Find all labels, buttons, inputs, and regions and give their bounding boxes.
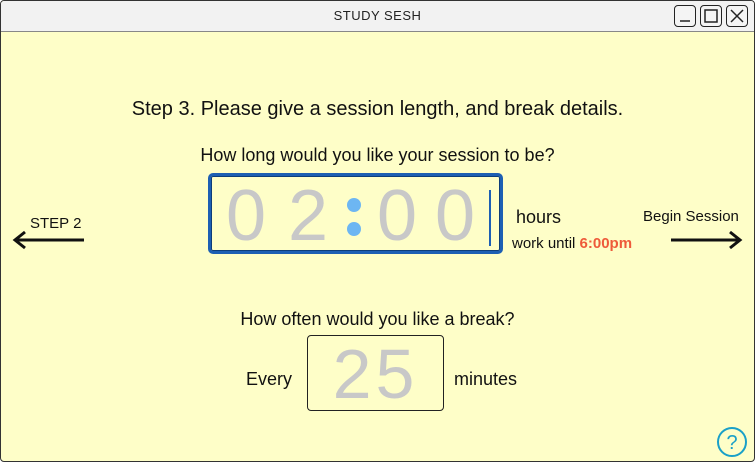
minutes-ones-digit: 0 [435,176,476,256]
maximize-icon [704,9,718,23]
hours-tens-digit: 0 [226,176,267,256]
window-title: STUDY SESH [333,8,422,23]
work-until-time: 6:00pm [579,235,633,252]
back-arrow-icon[interactable] [11,230,87,250]
break-interval-input[interactable]: 25 [307,335,444,413]
time-colon-dot-top [347,198,361,212]
begin-session-label[interactable]: Begin Session [643,208,739,225]
break-question: How often would you like a break? [240,309,515,329]
step-heading: Step 3. Please give a session length, an… [131,98,624,120]
svg-text:?: ? [726,432,737,454]
text-cursor [489,190,491,246]
title-bar: STUDY SESH [1,1,754,32]
break-prefix-label: Every [246,369,293,389]
time-colon-dot-bottom [347,222,361,236]
break-interval-value: 25 [332,335,419,413]
session-question: How long would you like your session to … [200,145,555,165]
close-button[interactable] [726,5,748,27]
work-until-text: work until 6:00pm [512,235,632,252]
minimize-button[interactable] [674,5,696,27]
maximize-button[interactable] [700,5,722,27]
hours-ones-digit: 2 [288,176,329,256]
work-until-prefix: work until [512,235,576,252]
minimize-icon [680,20,690,22]
app-window: STUDY SESH Step 3. Please give a session… [0,0,755,462]
help-question-icon[interactable]: ? [716,426,748,458]
forward-arrow-icon[interactable] [669,230,745,250]
session-length-input[interactable]: 0 2 0 0 [208,173,503,256]
minutes-tens-digit: 0 [377,176,418,256]
close-icon [730,9,744,23]
break-unit-label: minutes [454,369,518,389]
hours-unit-label: hours [516,207,562,227]
